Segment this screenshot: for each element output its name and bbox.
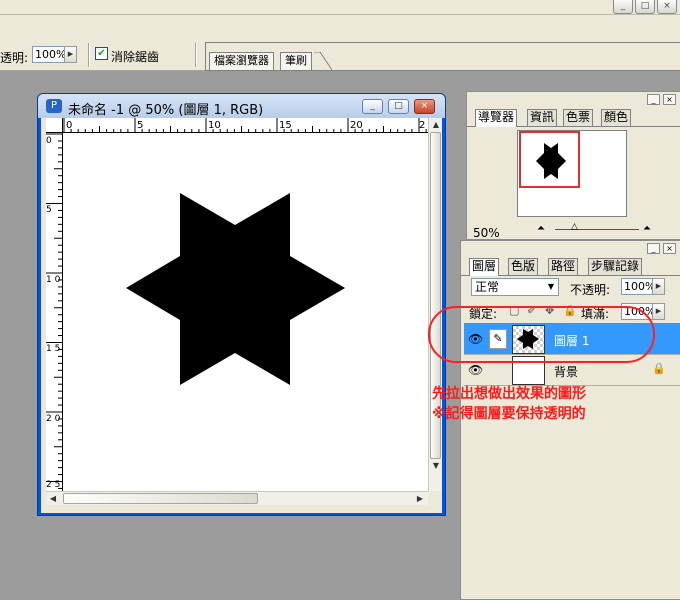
opacity-label: 透明:: [0, 51, 29, 65]
ruler-v-label: 2 0: [46, 414, 61, 424]
doc-maximize-button[interactable]: □: [388, 99, 409, 114]
ruler-v-label: 1 5: [46, 344, 60, 354]
ruler-h-label: 15: [279, 120, 292, 131]
zoom-out-icon[interactable]: ⏶: [537, 223, 545, 234]
tab-paths[interactable]: 路徑: [548, 258, 579, 275]
fill-flyout-button[interactable]: ▶: [652, 303, 665, 320]
document-body: 0 5 10 15 20 2 0 5 1 0 1 5 2 0 2 5 ▲ ▼ ◀…: [41, 118, 442, 513]
document-title-bar[interactable]: P 未命名 -1 @ 50% (圖層 1, RGB) _ □ ×: [38, 94, 445, 118]
app-maximize-button[interactable]: □: [635, 0, 655, 14]
annotation-line-2: ※記得圖層要保持透明的: [432, 406, 586, 422]
options-separator: [195, 43, 197, 67]
star-shape-layer: [126, 193, 345, 385]
app-minimize-button[interactable]: _: [613, 0, 633, 14]
ruler-h-label: 20: [350, 120, 363, 131]
palette-well: 檔案瀏覽器 筆刷: [205, 42, 680, 71]
panel-minimize-button[interactable]: _: [647, 94, 660, 105]
layer-opacity-input[interactable]: 100%: [621, 278, 654, 295]
panel-close-button[interactable]: ×: [663, 94, 676, 105]
tab-layers[interactable]: 圖層: [469, 258, 500, 276]
horizontal-scroll-thumb[interactable]: [63, 493, 258, 504]
chevron-down-icon: ▼: [547, 282, 554, 291]
ruler-origin[interactable]: [46, 118, 63, 133]
zoom-slider-track[interactable]: [555, 229, 639, 230]
blend-mode-select[interactable]: 正常 ▼: [471, 278, 559, 296]
document-title: 未命名 -1 @ 50% (圖層 1, RGB): [68, 103, 264, 118]
horizontal-scrollbar[interactable]: ◀ ▶: [46, 491, 428, 505]
layer-opacity-flyout-button[interactable]: ▶: [652, 278, 665, 295]
scroll-down-arrow[interactable]: ▼: [429, 459, 443, 473]
panel-minimize-button[interactable]: _: [647, 243, 660, 254]
ruler-h-label: 10: [208, 120, 221, 131]
app-title-strip: _ □ ×: [0, 0, 680, 15]
tab-slant-decoration: [314, 52, 332, 71]
tab-info[interactable]: 資訊: [527, 109, 558, 126]
ruler-h-label: 5: [137, 120, 143, 131]
tab-navigator[interactable]: 導覽器: [475, 109, 518, 127]
doc-close-button[interactable]: ×: [414, 99, 435, 114]
doc-minimize-button[interactable]: _: [362, 99, 383, 114]
blend-mode-value: 正常: [475, 280, 500, 294]
six-pointed-star-shape[interactable]: [126, 193, 345, 385]
scroll-up-arrow[interactable]: ▲: [429, 118, 443, 132]
navigator-panel: _ × 導覽器 資訊 色票 顏色 50% ⏶ △ ⏶: [466, 91, 680, 240]
navigator-star-thumbnail: [536, 143, 566, 179]
tab-history[interactable]: 步驟記錄: [588, 258, 643, 275]
antialias-checkbox[interactable]: ✔: [95, 47, 108, 60]
opacity-flyout-button[interactable]: ▶: [64, 46, 77, 63]
vertical-ruler-ticks: 0 5 1 0 1 5 2 0 2 5: [46, 133, 62, 490]
photoshop-document-icon[interactable]: P: [46, 99, 62, 113]
navigator-zoom-value[interactable]: 50%: [473, 226, 500, 240]
scroll-left-arrow[interactable]: ◀: [46, 492, 60, 506]
app-close-button[interactable]: ×: [657, 0, 677, 14]
vertical-scrollbar[interactable]: ▲ ▼: [428, 118, 442, 491]
layer-opacity-label: 不透明:: [570, 283, 611, 297]
ruler-v-label: 0: [46, 136, 52, 146]
document-window: P 未命名 -1 @ 50% (圖層 1, RGB) _ □ × 0 5 10 …: [37, 93, 446, 516]
app-window-controls: _ □ ×: [613, 0, 677, 14]
tab-color[interactable]: 顏色: [601, 109, 632, 126]
tool-options-bar: 透明: 100% ▶ ✔ 消除鋸齒 檔案瀏覽器 筆刷: [0, 15, 680, 71]
navigator-zoom-bar: 50% ⏶ △ ⏶: [471, 221, 680, 240]
tab-brushes[interactable]: 筆刷: [280, 52, 312, 70]
highlight-circle: [428, 306, 655, 363]
layer-name: 背景: [554, 365, 579, 379]
vertical-ruler[interactable]: 0 5 1 0 1 5 2 0 2 5: [46, 133, 63, 491]
horizontal-ruler-ticks: 0 5 10 15 20 2: [63, 118, 427, 132]
antialias-label: 消除鋸齒: [111, 50, 160, 64]
opacity-input[interactable]: 100%: [32, 46, 66, 63]
ruler-v-label: 2 5: [46, 480, 60, 490]
tab-swatches[interactable]: 色票: [563, 109, 594, 126]
tab-file-browser[interactable]: 檔案瀏覽器: [209, 52, 274, 70]
options-separator: [88, 43, 90, 67]
navigator-preview[interactable]: [517, 130, 627, 217]
annotation-line-1: 先拉出想做出效果的圖形: [432, 386, 586, 402]
document-canvas[interactable]: [63, 133, 428, 491]
ruler-v-label: 1 0: [46, 275, 61, 285]
panel-close-button[interactable]: ×: [663, 243, 676, 254]
lock-icon: 🔒: [652, 362, 666, 375]
zoom-in-icon[interactable]: ⏶: [643, 223, 651, 234]
horizontal-ruler[interactable]: 0 5 10 15 20 2: [63, 118, 428, 133]
annotation-text: 先拉出想做出效果的圖形 ※記得圖層要保持透明的: [432, 384, 586, 424]
tab-channels[interactable]: 色版: [508, 258, 539, 275]
ruler-v-label: 5: [46, 205, 52, 215]
scroll-right-arrow[interactable]: ▶: [413, 492, 427, 506]
ruler-h-label: 0: [66, 120, 72, 131]
visibility-eye-icon[interactable]: 👁: [468, 363, 483, 377]
ruler-h-label: 2: [419, 120, 425, 131]
zoom-slider-handle[interactable]: △: [571, 222, 578, 232]
